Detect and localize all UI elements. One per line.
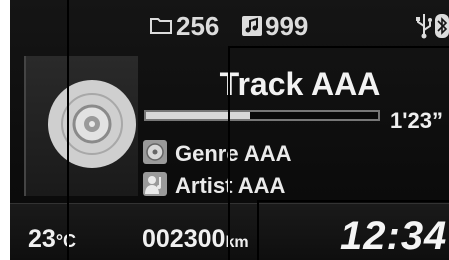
callout-line <box>257 200 259 260</box>
bluetooth-icon <box>435 14 449 38</box>
clock: 12:34 <box>340 214 448 258</box>
genre-icon <box>143 140 167 164</box>
disc-icon <box>48 80 136 168</box>
artist-icon <box>143 172 167 196</box>
progress-fill <box>146 112 251 119</box>
temperature-unit: °C <box>55 231 77 251</box>
folder-count: 256 <box>176 11 220 41</box>
callout-line <box>257 200 449 202</box>
callout-line <box>67 0 69 260</box>
genre-label: Genre AAA <box>175 141 292 166</box>
track-title: Track AAA <box>219 66 381 102</box>
album-art <box>24 56 138 196</box>
artist-label: Artist AAA <box>175 173 286 198</box>
track-count: 999 <box>265 11 309 41</box>
progress-bar <box>144 110 380 121</box>
folder-icon <box>150 18 172 34</box>
odometer: 002300km <box>142 225 249 253</box>
elapsed-time: 1'23” <box>390 108 443 133</box>
usb-icon <box>416 14 432 39</box>
status-bar: 256 999 <box>10 0 449 48</box>
callout-line <box>228 46 230 260</box>
callout-line <box>228 46 449 48</box>
music-note-icon <box>242 16 262 36</box>
